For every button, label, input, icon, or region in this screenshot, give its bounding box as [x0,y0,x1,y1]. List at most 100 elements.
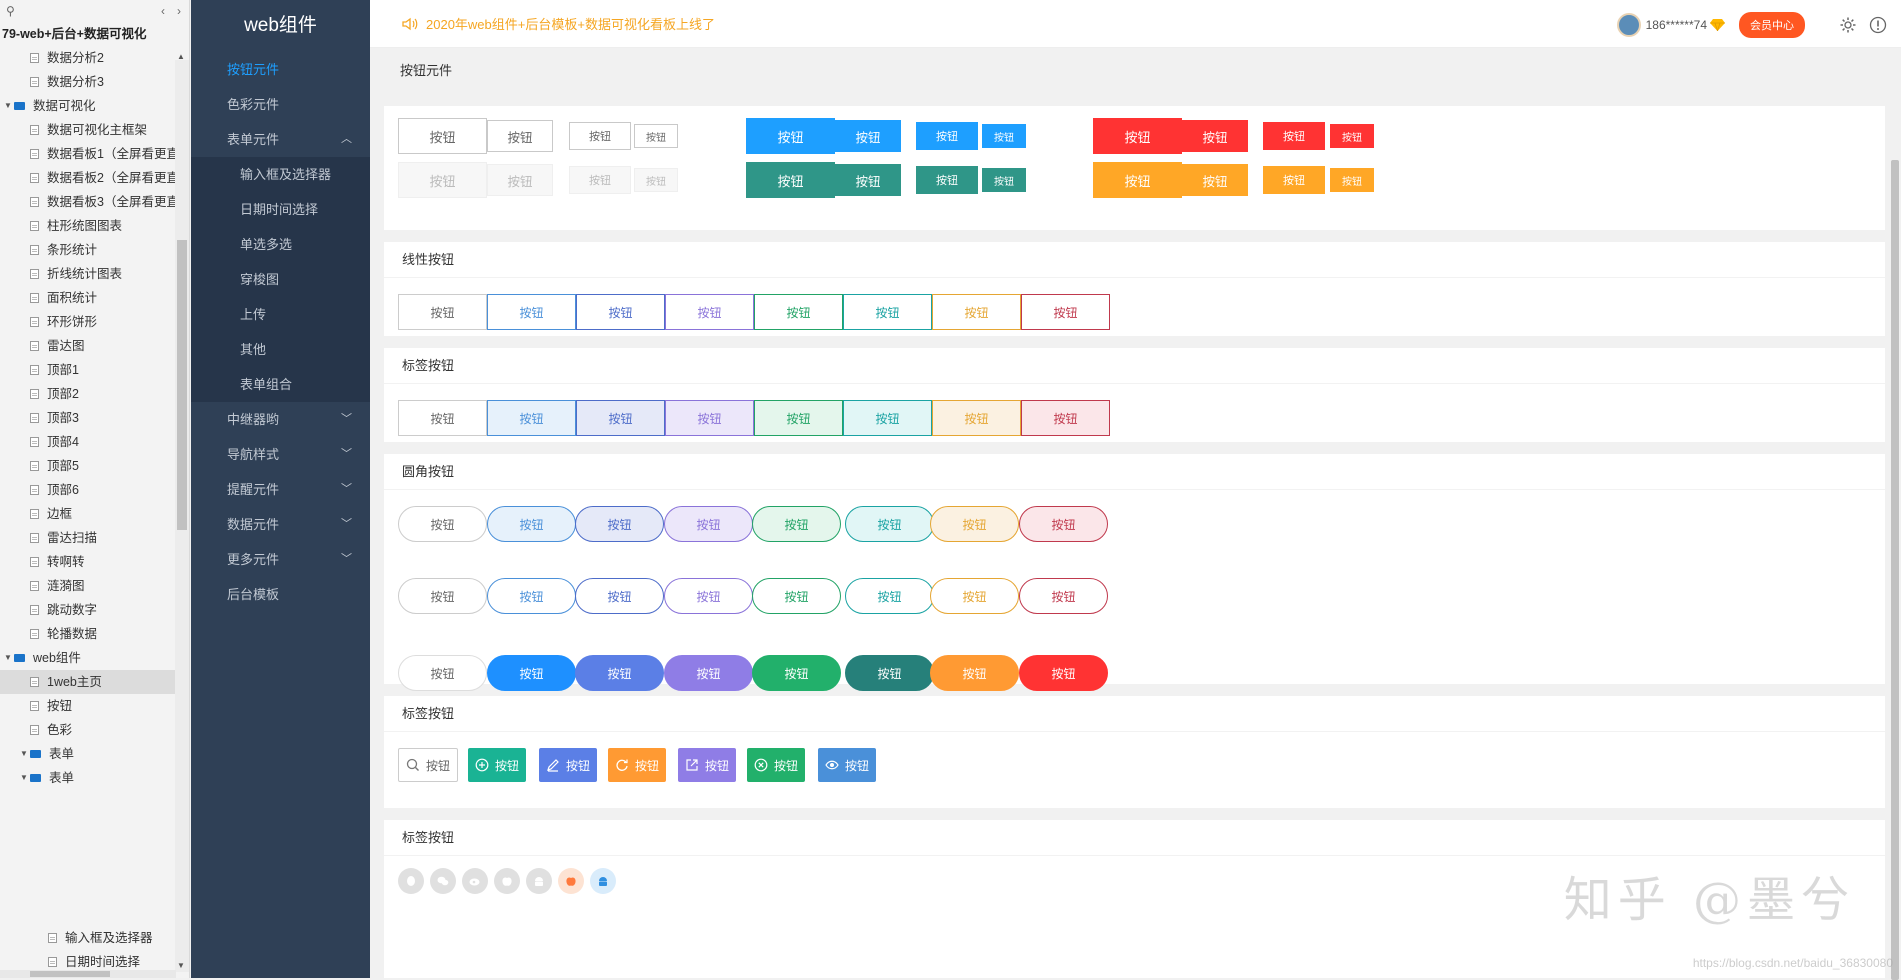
page-scroll-thumb[interactable] [1891,160,1899,980]
primary-button[interactable]: 按钮 [916,122,978,150]
teal-button[interactable]: 按钮 [835,164,901,196]
round-outline-button[interactable]: 按钮 [845,578,934,614]
tree-hscroll-thumb[interactable] [30,971,110,977]
tree-node[interactable]: 轮播数据 [0,622,189,646]
outline-button[interactable]: 按钮 [576,294,665,330]
tree-node[interactable]: 输入框及选择器 [0,926,176,950]
tree-node[interactable]: 边框 [0,502,189,526]
tag-button[interactable]: 按钮 [576,400,665,436]
tree-node[interactable]: 数据看板2（全屏看更直 [0,166,189,190]
warning-button[interactable]: 按钮 [1330,168,1374,192]
round-solid-button[interactable]: 按钮 [930,655,1019,691]
icon-button[interactable]: 按钮 [608,748,666,782]
expand-arrow-icon[interactable]: ▼ [2,646,14,670]
warning-button[interactable]: 按钮 [1182,164,1248,196]
scroll-down-arrow-icon[interactable]: ▼ [177,961,185,970]
tag-button[interactable]: 按钮 [754,400,843,436]
round-outline-button[interactable]: 按钮 [752,578,841,614]
warning-button[interactable]: 按钮 [1093,162,1182,198]
sidebar-item[interactable]: 输入框及选择器 [191,157,370,192]
primary-button[interactable]: 按钮 [746,118,835,154]
sidebar-item[interactable]: 表单组合 [191,367,370,402]
round-tag-button[interactable]: 按钮 [752,506,841,542]
default-button[interactable]: 按钮 [487,120,553,152]
teal-button[interactable]: 按钮 [916,166,978,194]
apple-icon[interactable] [494,868,520,894]
sidebar-item[interactable]: 色彩元件 [191,87,370,122]
tree-node[interactable]: 折线统计图表 [0,262,189,286]
tree-node[interactable]: 按钮 [0,694,189,718]
weibo-icon[interactable] [462,868,488,894]
tree-node[interactable]: ▼表单 [0,766,189,790]
tree-node[interactable]: 雷达图 [0,334,189,358]
android-color-icon[interactable] [590,868,616,894]
sidebar-item[interactable]: 中继器哟﹀ [191,402,370,437]
icon-button[interactable]: 按钮 [678,748,736,782]
default-button[interactable]: 按钮 [634,168,678,192]
tree-node[interactable]: ▼数据可视化 [0,94,189,118]
round-solid-button[interactable]: 按钮 [1019,655,1108,691]
gear-icon[interactable] [1839,16,1857,34]
expand-arrow-icon[interactable]: ▼ [18,766,30,790]
round-tag-button[interactable]: 按钮 [1019,506,1108,542]
round-outline-button[interactable]: 按钮 [930,578,1019,614]
round-solid-button[interactable]: 按钮 [752,655,841,691]
info-icon[interactable] [1869,16,1887,34]
icon-button[interactable]: 按钮 [539,748,597,782]
default-button[interactable]: 按钮 [569,122,631,150]
icon-button[interactable]: 按钮 [818,748,876,782]
round-outline-button[interactable]: 按钮 [487,578,576,614]
default-button[interactable]: 按钮 [487,164,553,196]
round-outline-button[interactable]: 按钮 [664,578,753,614]
round-tag-button[interactable]: 按钮 [398,506,487,542]
tree-node[interactable]: 跳动数字 [0,598,189,622]
tree-scroll-thumb[interactable] [177,240,187,530]
tree-node[interactable]: 面积统计 [0,286,189,310]
round-tag-button[interactable]: 按钮 [930,506,1019,542]
icon-button[interactable]: 按钮 [747,748,805,782]
notice-text[interactable]: 2020年web组件+后台模板+数据可视化看板上线了 [426,14,715,33]
vip-center-button[interactable]: 会员中心 [1739,12,1805,38]
tree-node[interactable]: 雷达扫描 [0,526,189,550]
tag-button[interactable]: 按钮 [843,400,932,436]
sidebar-item[interactable]: 导航样式﹀ [191,437,370,472]
sidebar-item[interactable]: 表单元件︿ [191,122,370,157]
outline-button[interactable]: 按钮 [398,294,487,330]
outline-button[interactable]: 按钮 [1021,294,1110,330]
outline-button[interactable]: 按钮 [843,294,932,330]
tree-node[interactable]: 数据分析2 [0,46,189,70]
wechat-icon[interactable] [430,868,456,894]
tree-node[interactable]: 环形饼形 [0,310,189,334]
default-button[interactable]: 按钮 [398,162,487,198]
tree-node[interactable]: 顶部5 [0,454,189,478]
tree-node[interactable]: 顶部6 [0,478,189,502]
round-solid-button[interactable]: 按钮 [575,655,664,691]
apple-color-icon[interactable] [558,868,584,894]
tree-node[interactable]: 数据看板3（全屏看更直 [0,190,189,214]
outline-button[interactable]: 按钮 [665,294,754,330]
primary-button[interactable]: 按钮 [982,124,1026,148]
user-name[interactable]: 186******74 [1646,18,1707,32]
tree-node[interactable]: 数据分析3 [0,70,189,94]
round-tag-button[interactable]: 按钮 [664,506,753,542]
outline-button[interactable]: 按钮 [487,294,576,330]
icon-button[interactable]: 按钮 [398,748,458,782]
danger-button[interactable]: 按钮 [1093,118,1182,154]
default-button[interactable]: 按钮 [398,118,487,154]
expand-arrow-icon[interactable]: ▼ [18,742,30,766]
round-tag-button[interactable]: 按钮 [487,506,576,542]
tree-node[interactable]: 条形统计 [0,238,189,262]
tag-button[interactable]: 按钮 [1021,400,1110,436]
tree-node[interactable]: 数据可视化主框架 [0,118,189,142]
round-outline-button[interactable]: 按钮 [1019,578,1108,614]
tree-node[interactable]: 顶部4 [0,430,189,454]
scroll-up-arrow-icon[interactable]: ▲ [177,52,185,61]
tag-button[interactable]: 按钮 [487,400,576,436]
danger-button[interactable]: 按钮 [1182,120,1248,152]
round-outline-button[interactable]: 按钮 [575,578,664,614]
tag-button[interactable]: 按钮 [398,400,487,436]
tree-scrollbar[interactable]: ▲▼ [175,60,189,972]
sidebar-item[interactable]: 其他 [191,332,370,367]
tree-node[interactable]: 数据看板1（全屏看更直 [0,142,189,166]
expand-arrow-icon[interactable]: ▼ [2,94,14,118]
